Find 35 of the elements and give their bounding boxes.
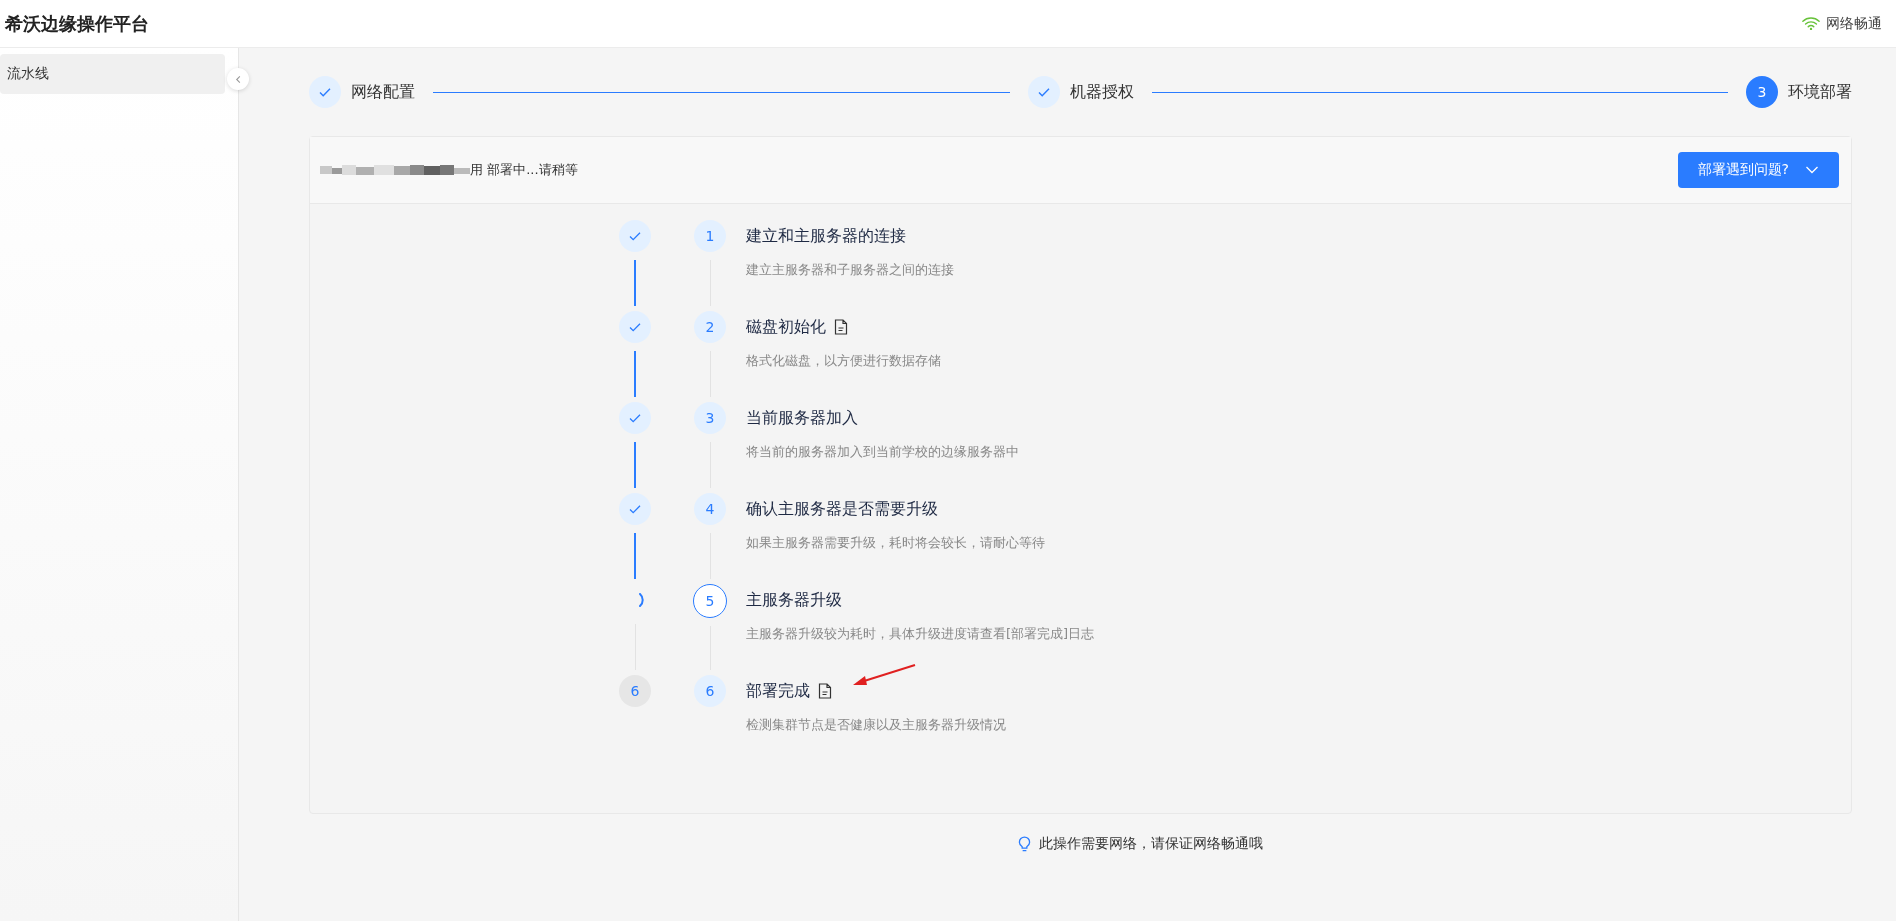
step-number: 3 (1746, 76, 1778, 108)
step-description: 建立主服务器和子服务器之间的连接 (746, 261, 954, 279)
step-label: 机器授权 (1069, 81, 1134, 103)
step-number: 4 (694, 493, 726, 525)
step-title: 部署完成 (746, 680, 810, 702)
lightbulb-icon (1018, 835, 1031, 853)
step-title: 磁盘初始化 (746, 316, 826, 338)
step-number: 2 (694, 311, 726, 343)
chevron-left-icon (233, 74, 243, 84)
step-description: 如果主服务器需要升级，耗时将会较长，请耐心等待 (746, 534, 1045, 552)
step-number: 5 (693, 584, 727, 618)
step-title: 确认主服务器是否需要升级 (746, 498, 938, 520)
chevron-down-icon (1805, 165, 1819, 175)
step-title: 建立和主服务器的连接 (746, 225, 906, 247)
network-status: 网络畅通 (1826, 14, 1882, 33)
document-icon[interactable] (834, 319, 848, 335)
step-title: 主服务器升级 (746, 589, 842, 611)
app-title: 希沃边缘操作平台 (5, 11, 149, 36)
document-icon[interactable] (818, 683, 832, 699)
step-label: 网络配置 (351, 81, 415, 103)
sidebar-item[interactable]: 流水线 (0, 54, 225, 94)
step-number: 1 (694, 220, 726, 252)
step-label: 环境部署 (1788, 81, 1852, 103)
wifi-icon (1802, 16, 1820, 31)
step-title: 当前服务器加入 (746, 407, 858, 429)
deploy-status: 用 部署中...请稍等 (470, 161, 578, 179)
step-description: 格式化磁盘，以方便进行数据存储 (746, 352, 941, 370)
help-dropdown-button[interactable]: 部署遇到问题? (1677, 152, 1839, 188)
step-number: 6 (619, 675, 651, 707)
step-description: 主服务器升级较为耗时，具体升级进度请查看[部署完成]日志 (746, 625, 1095, 643)
network-hint: 此操作需要网络，请保证网络畅通哦 (1039, 835, 1263, 853)
step-description: 将当前的服务器加入到当前学校的边缘服务器中 (746, 443, 1019, 461)
step-description: 检测集群节点是否健康以及主服务器升级情况 (746, 716, 1006, 734)
step-number: 3 (694, 402, 726, 434)
step-number: 6 (694, 675, 726, 707)
